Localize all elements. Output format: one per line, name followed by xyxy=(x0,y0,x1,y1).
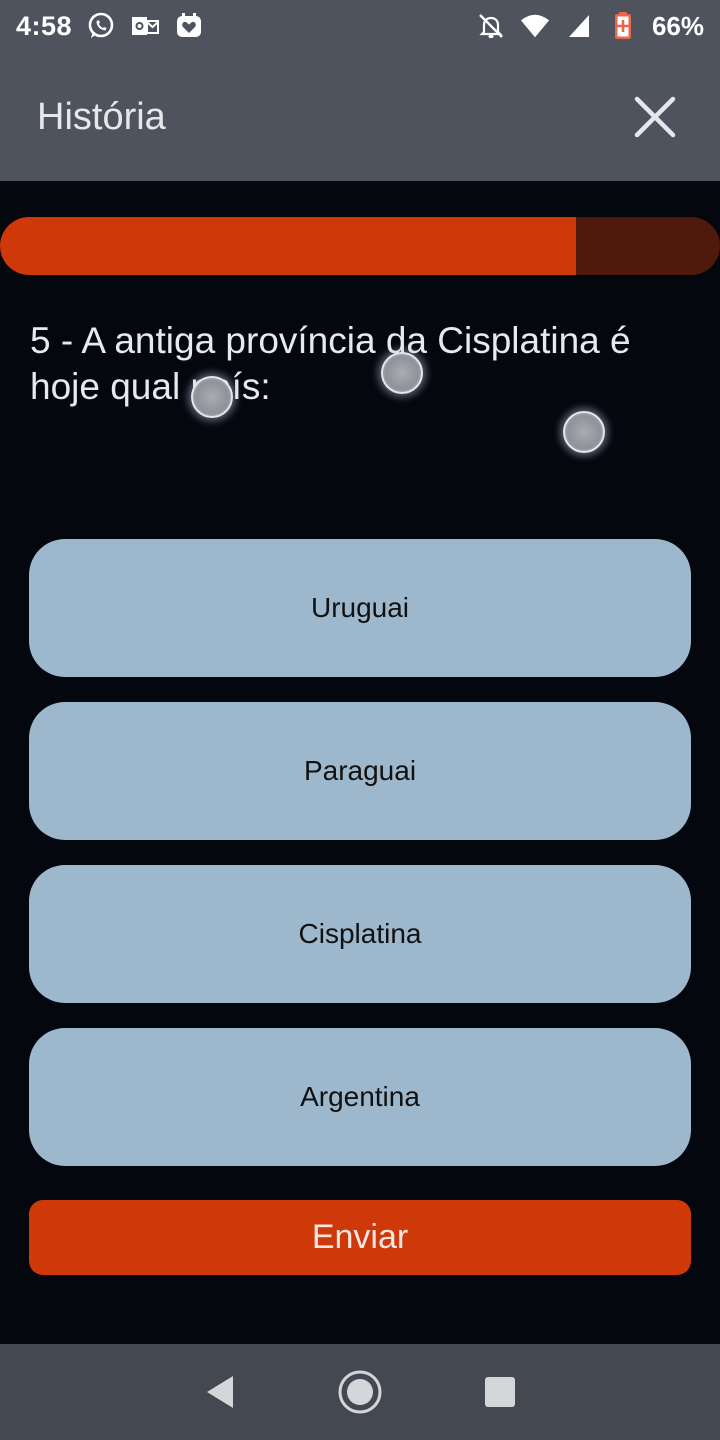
close-button[interactable] xyxy=(628,90,682,144)
status-right: 66% xyxy=(476,11,704,42)
notifications-off-icon xyxy=(476,11,506,41)
back-button[interactable] xyxy=(190,1362,250,1422)
whatsapp-icon xyxy=(86,11,116,41)
option-uruguai[interactable]: Uruguai xyxy=(29,539,691,677)
status-bar: 4:58 66% xyxy=(0,0,720,52)
option-cisplatina[interactable]: Cisplatina xyxy=(29,865,691,1003)
close-icon xyxy=(634,96,676,138)
submit-button[interactable]: Enviar xyxy=(29,1200,691,1275)
battery-icon xyxy=(608,11,638,41)
option-argentina[interactable]: Argentina xyxy=(29,1028,691,1166)
signal-icon xyxy=(564,11,594,41)
status-left: 4:58 xyxy=(16,11,204,42)
wifi-icon xyxy=(520,11,550,41)
home-icon xyxy=(338,1370,382,1414)
answer-options: Uruguai Paraguai Cisplatina Argentina xyxy=(29,539,691,1191)
heart-message-icon xyxy=(174,11,204,41)
battery-percent: 66% xyxy=(651,10,704,41)
back-icon xyxy=(207,1376,233,1408)
option-paraguai[interactable]: Paraguai xyxy=(29,702,691,840)
touch-indicator xyxy=(381,352,423,394)
page-title: História xyxy=(37,96,166,138)
recents-icon xyxy=(485,1377,515,1407)
touch-indicator xyxy=(191,376,233,418)
navigation-bar xyxy=(0,1344,720,1440)
progress-fill xyxy=(0,217,576,275)
app-bar: História xyxy=(0,52,720,181)
touch-indicator xyxy=(563,411,605,453)
outlook-icon xyxy=(130,11,160,41)
question-text: 5 - A antiga província da Cisplatina é h… xyxy=(30,320,631,407)
recents-button[interactable] xyxy=(470,1362,530,1422)
progress-bar xyxy=(0,217,720,275)
status-time: 4:58 xyxy=(16,10,73,41)
home-button[interactable] xyxy=(330,1362,390,1422)
